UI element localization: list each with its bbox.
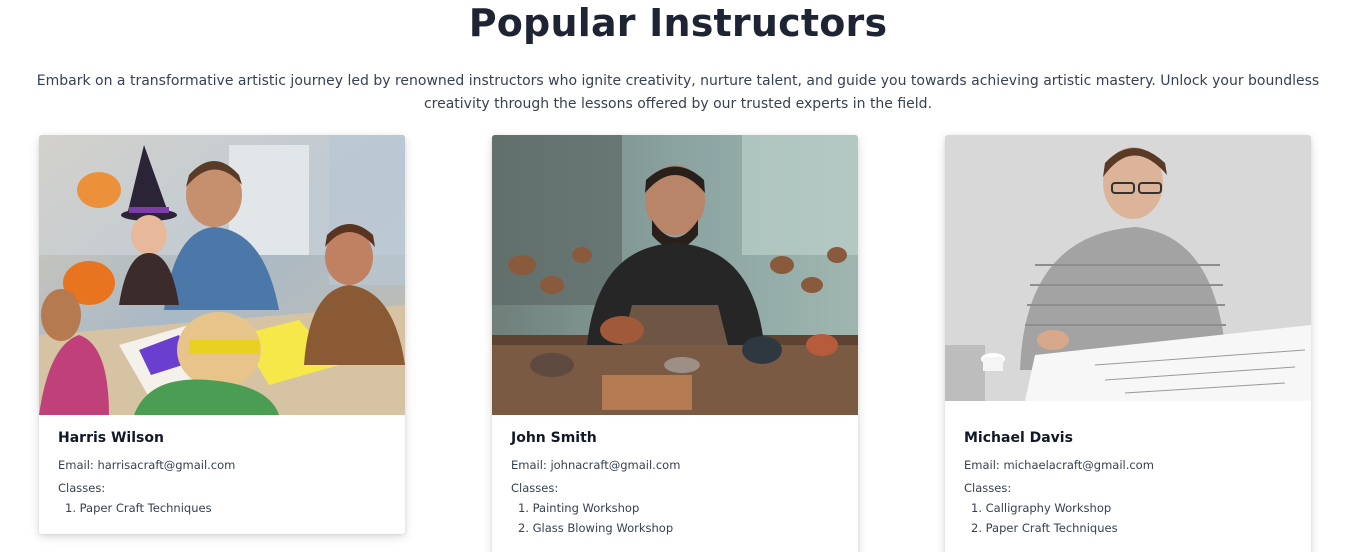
instructor-email-row: Email: michaelacraft@gmail.com <box>964 457 1292 473</box>
class-item: 2. Paper Craft Techniques <box>971 521 1118 535</box>
email-value: harrisacraft@gmail.com <box>97 458 236 472</box>
email-value: michaelacraft@gmail.com <box>1003 458 1154 472</box>
instructor-name: Harris Wilson <box>58 430 164 446</box>
classes-list: 1. Calligraphy Workshop 2. Paper Craft T… <box>964 498 1292 538</box>
instructor-photo <box>39 135 405 415</box>
class-item: 1. Painting Workshop <box>518 501 640 515</box>
email-label: Email: <box>58 458 94 472</box>
instructor-card[interactable]: Michael Davis Email: michaelacraft@gmail… <box>945 135 1311 552</box>
class-item: 1. Calligraphy Workshop <box>971 501 1112 515</box>
classes-label: Classes: <box>964 481 1012 495</box>
instructor-photo <box>945 135 1311 401</box>
instructor-card[interactable]: John Smith Email: johnacraft@gmail.com C… <box>492 135 858 552</box>
instructor-card[interactable]: Harris Wilson Email: harrisacraft@gmail.… <box>39 135 405 534</box>
email-label: Email: <box>964 458 1000 472</box>
class-item: 2. Glass Blowing Workshop <box>518 521 674 535</box>
section-subtitle: Embark on a transformative artistic jour… <box>36 73 1320 112</box>
instructor-name: Michael Davis <box>964 430 1073 446</box>
classes-label: Classes: <box>511 481 559 495</box>
classes-label: Classes: <box>58 481 106 495</box>
popular-instructors-section: Popular Instructors Embark on a transfor… <box>0 0 1356 552</box>
email-label: Email: <box>511 458 547 472</box>
kids-craft-photo-icon <box>39 135 405 415</box>
instructor-email-row: Email: harrisacraft@gmail.com <box>58 457 386 473</box>
drawing-desk-photo-icon <box>945 135 1311 401</box>
instructor-name: John Smith <box>511 430 597 446</box>
classes-list: 1. Paper Craft Techniques <box>58 498 386 518</box>
email-value: johnacraft@gmail.com <box>550 458 681 472</box>
pottery-studio-photo-icon <box>492 135 858 415</box>
classes-list: 1. Painting Workshop 2. Glass Blowing Wo… <box>511 498 839 538</box>
section-title: Popular Instructors <box>468 1 888 45</box>
class-item: 1. Paper Craft Techniques <box>65 501 212 515</box>
instructor-photo <box>492 135 858 415</box>
instructor-email-row: Email: johnacraft@gmail.com <box>511 457 839 473</box>
